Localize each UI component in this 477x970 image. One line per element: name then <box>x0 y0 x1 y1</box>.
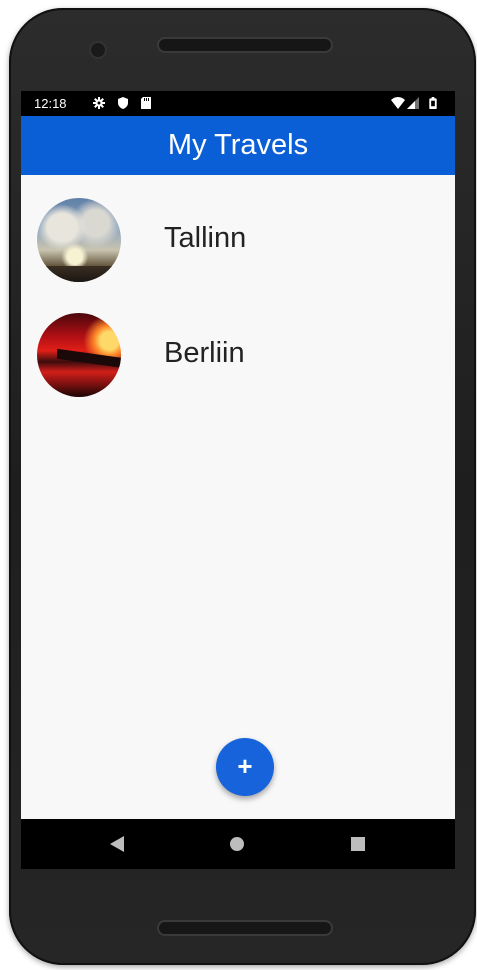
home-icon[interactable] <box>230 837 244 851</box>
travel-thumbnail <box>37 198 121 282</box>
back-icon[interactable] <box>110 836 124 852</box>
status-time: 12:18 <box>34 96 67 111</box>
shield-icon <box>118 97 128 109</box>
sd-card-icon <box>141 97 151 109</box>
gear-icon <box>93 97 105 109</box>
travel-label: Berliin <box>164 337 245 369</box>
signal-icon <box>407 97 419 109</box>
app-bar: My Travels <box>21 116 455 175</box>
recents-icon[interactable] <box>351 837 365 851</box>
travel-list-item[interactable]: Berliin <box>21 304 455 402</box>
device-screen: 12:18 My Travels Tallinn Berliin + <box>21 91 455 869</box>
bottom-speaker <box>159 922 331 934</box>
battery-icon <box>429 97 437 109</box>
navigation-bar <box>21 819 455 869</box>
travel-thumbnail <box>37 313 121 397</box>
app-title: My Travels <box>167 129 309 161</box>
top-speaker <box>159 39 331 51</box>
add-travel-button[interactable]: + <box>216 738 274 796</box>
travel-list-item[interactable]: Tallinn <box>21 189 455 287</box>
front-camera <box>91 43 105 57</box>
status-bar: 12:18 <box>21 91 455 116</box>
travel-label: Tallinn <box>164 222 247 254</box>
plus-icon: + <box>237 751 253 781</box>
wifi-icon <box>391 97 405 109</box>
